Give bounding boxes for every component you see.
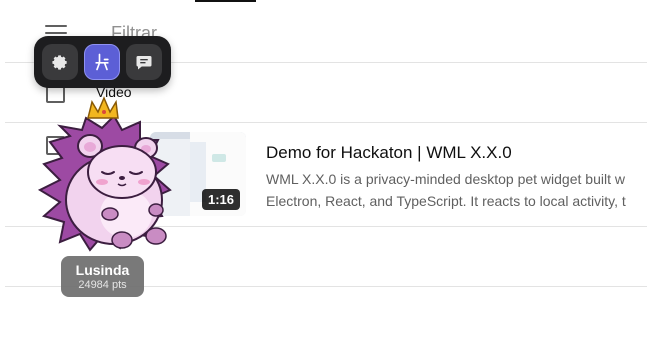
description-line: WML X.X.0 is a privacy-minded desktop pe… xyxy=(266,171,625,187)
video-duration: 1:16 xyxy=(201,189,240,210)
pet-toolbar xyxy=(34,36,171,88)
pet-mode-button[interactable] xyxy=(84,44,120,80)
chat-icon xyxy=(136,56,152,70)
active-tab-indicator xyxy=(195,0,256,2)
description-line: Electron, React, and TypeScript. It reac… xyxy=(266,193,626,209)
pet-mode-icon xyxy=(95,53,109,71)
pet-name: Lusinda xyxy=(75,262,130,278)
pet-name-badge: Lusinda 24984 pts xyxy=(61,256,144,297)
settings-button[interactable] xyxy=(42,44,78,80)
pet-points: 24984 pts xyxy=(78,279,127,291)
gear-icon xyxy=(52,55,67,70)
chat-button[interactable] xyxy=(126,44,162,80)
video-title[interactable]: Demo for Hackaton | WML X.X.0 xyxy=(266,143,512,163)
hedgehog-pet[interactable] xyxy=(30,96,180,256)
video-description: WML X.X.0 is a privacy-minded desktop pe… xyxy=(266,168,647,212)
